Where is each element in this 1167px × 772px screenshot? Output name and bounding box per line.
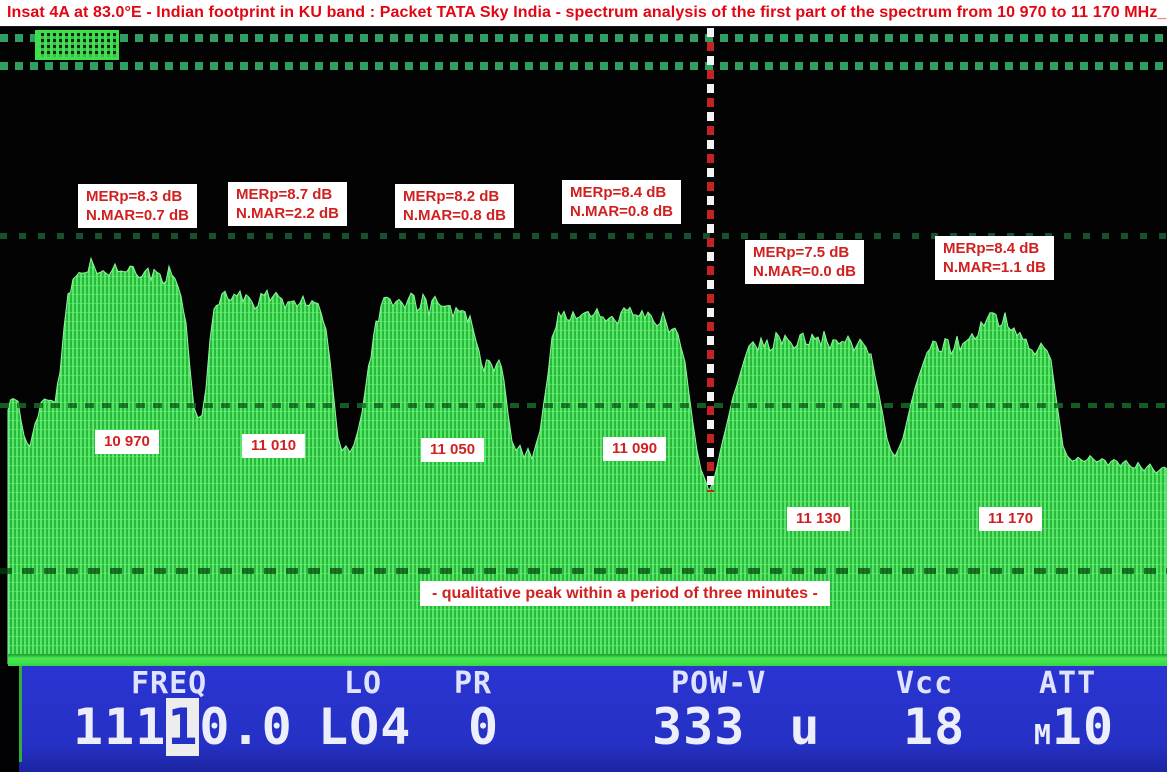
powv-field-label: POW-V [671, 669, 766, 699]
merp-value: MERp=8.4 dB [943, 239, 1046, 258]
mer-label: MERp=7.5 dB N.MAR=0.0 dB [745, 240, 864, 284]
graticule-line-low [0, 568, 1167, 574]
baseline-strip [8, 654, 1167, 666]
page-title: Insat 4A at 83.0°E - Indian footprint in… [0, 4, 1167, 22]
powv-value: 333 u [652, 699, 820, 755]
nmar-value: N.MAR=0.8 dB [570, 202, 673, 221]
bottom-status-bar: FREQ 11110.0 LO LO4 PR 0 POW-V 333u Vcc … [0, 666, 1167, 772]
mer-label: MERp=8.4 dB N.MAR=0.8 dB [562, 180, 681, 224]
title-bar: Insat 4A at 83.0°E - Indian footprint in… [0, 0, 1167, 27]
nmar-value: N.MAR=0.8 dB [403, 206, 506, 225]
att-prefix: M [1034, 718, 1052, 751]
merp-value: MERp=7.5 dB [753, 243, 856, 262]
freq-label: 11 130 [787, 507, 850, 531]
lo-value: LO4 [318, 699, 411, 755]
nmar-value: N.MAR=2.2 dB [236, 204, 339, 223]
battery-icon [35, 30, 119, 60]
powv-number: 333 [652, 698, 745, 756]
freq-label: 11 170 [979, 507, 1042, 531]
att-value: M10 [1034, 699, 1114, 763]
spectrum-area: MERp=8.3 dB N.MAR=0.7 dB MERp=8.7 dB N.M… [0, 26, 1167, 664]
bottom-bar-left-edge [0, 666, 19, 772]
nmar-value: N.MAR=0.7 dB [86, 206, 189, 225]
powv-unit: u [789, 698, 820, 756]
freq-cursor-digit[interactable]: 1 [166, 698, 199, 756]
pr-field-label: PR [454, 669, 492, 699]
freq-label: 10 970 [95, 430, 159, 454]
freq-label: 11 090 [603, 437, 666, 461]
mer-label: MERp=8.3 dB N.MAR=0.7 dB [78, 184, 197, 228]
merp-value: MERp=8.7 dB [236, 185, 339, 204]
marker-line [707, 28, 714, 492]
freq-input[interactable]: 11110.0 [73, 699, 293, 755]
bottom-bar-green-edge [19, 666, 22, 762]
freq-field-label: FREQ [131, 669, 207, 699]
merp-value: MERp=8.2 dB [403, 187, 506, 206]
att-field-label: ATT [1039, 669, 1096, 699]
mer-label: MERp=8.2 dB N.MAR=0.8 dB [395, 184, 514, 228]
freq-digits-post: 0.0 [199, 698, 292, 756]
freq-label: 11 010 [242, 434, 305, 458]
spectrum-analyzer-screen: Insat 4A at 83.0°E - Indian footprint in… [0, 0, 1167, 772]
nmar-value: N.MAR=1.1 dB [943, 258, 1046, 277]
merp-value: MERp=8.4 dB [570, 183, 673, 202]
vcc-value: 18 [903, 699, 965, 755]
mer-label: MERp=8.7 dB N.MAR=2.2 dB [228, 182, 347, 226]
mer-label: MERp=8.4 dB N.MAR=1.1 dB [935, 236, 1054, 280]
graticule-line-ref-over [0, 403, 1167, 408]
lo-field-label: LO [344, 669, 382, 699]
merp-value: MERp=8.3 dB [86, 187, 189, 206]
freq-label: 11 050 [421, 438, 484, 462]
freq-digits-pre: 111 [73, 698, 166, 756]
vcc-field-label: Vcc [896, 669, 953, 699]
att-number: 10 [1052, 698, 1114, 756]
pr-value: 0 [468, 699, 499, 755]
nmar-value: N.MAR=0.0 dB [753, 262, 856, 281]
caption-label: - qualitative peak within a period of th… [420, 581, 830, 606]
